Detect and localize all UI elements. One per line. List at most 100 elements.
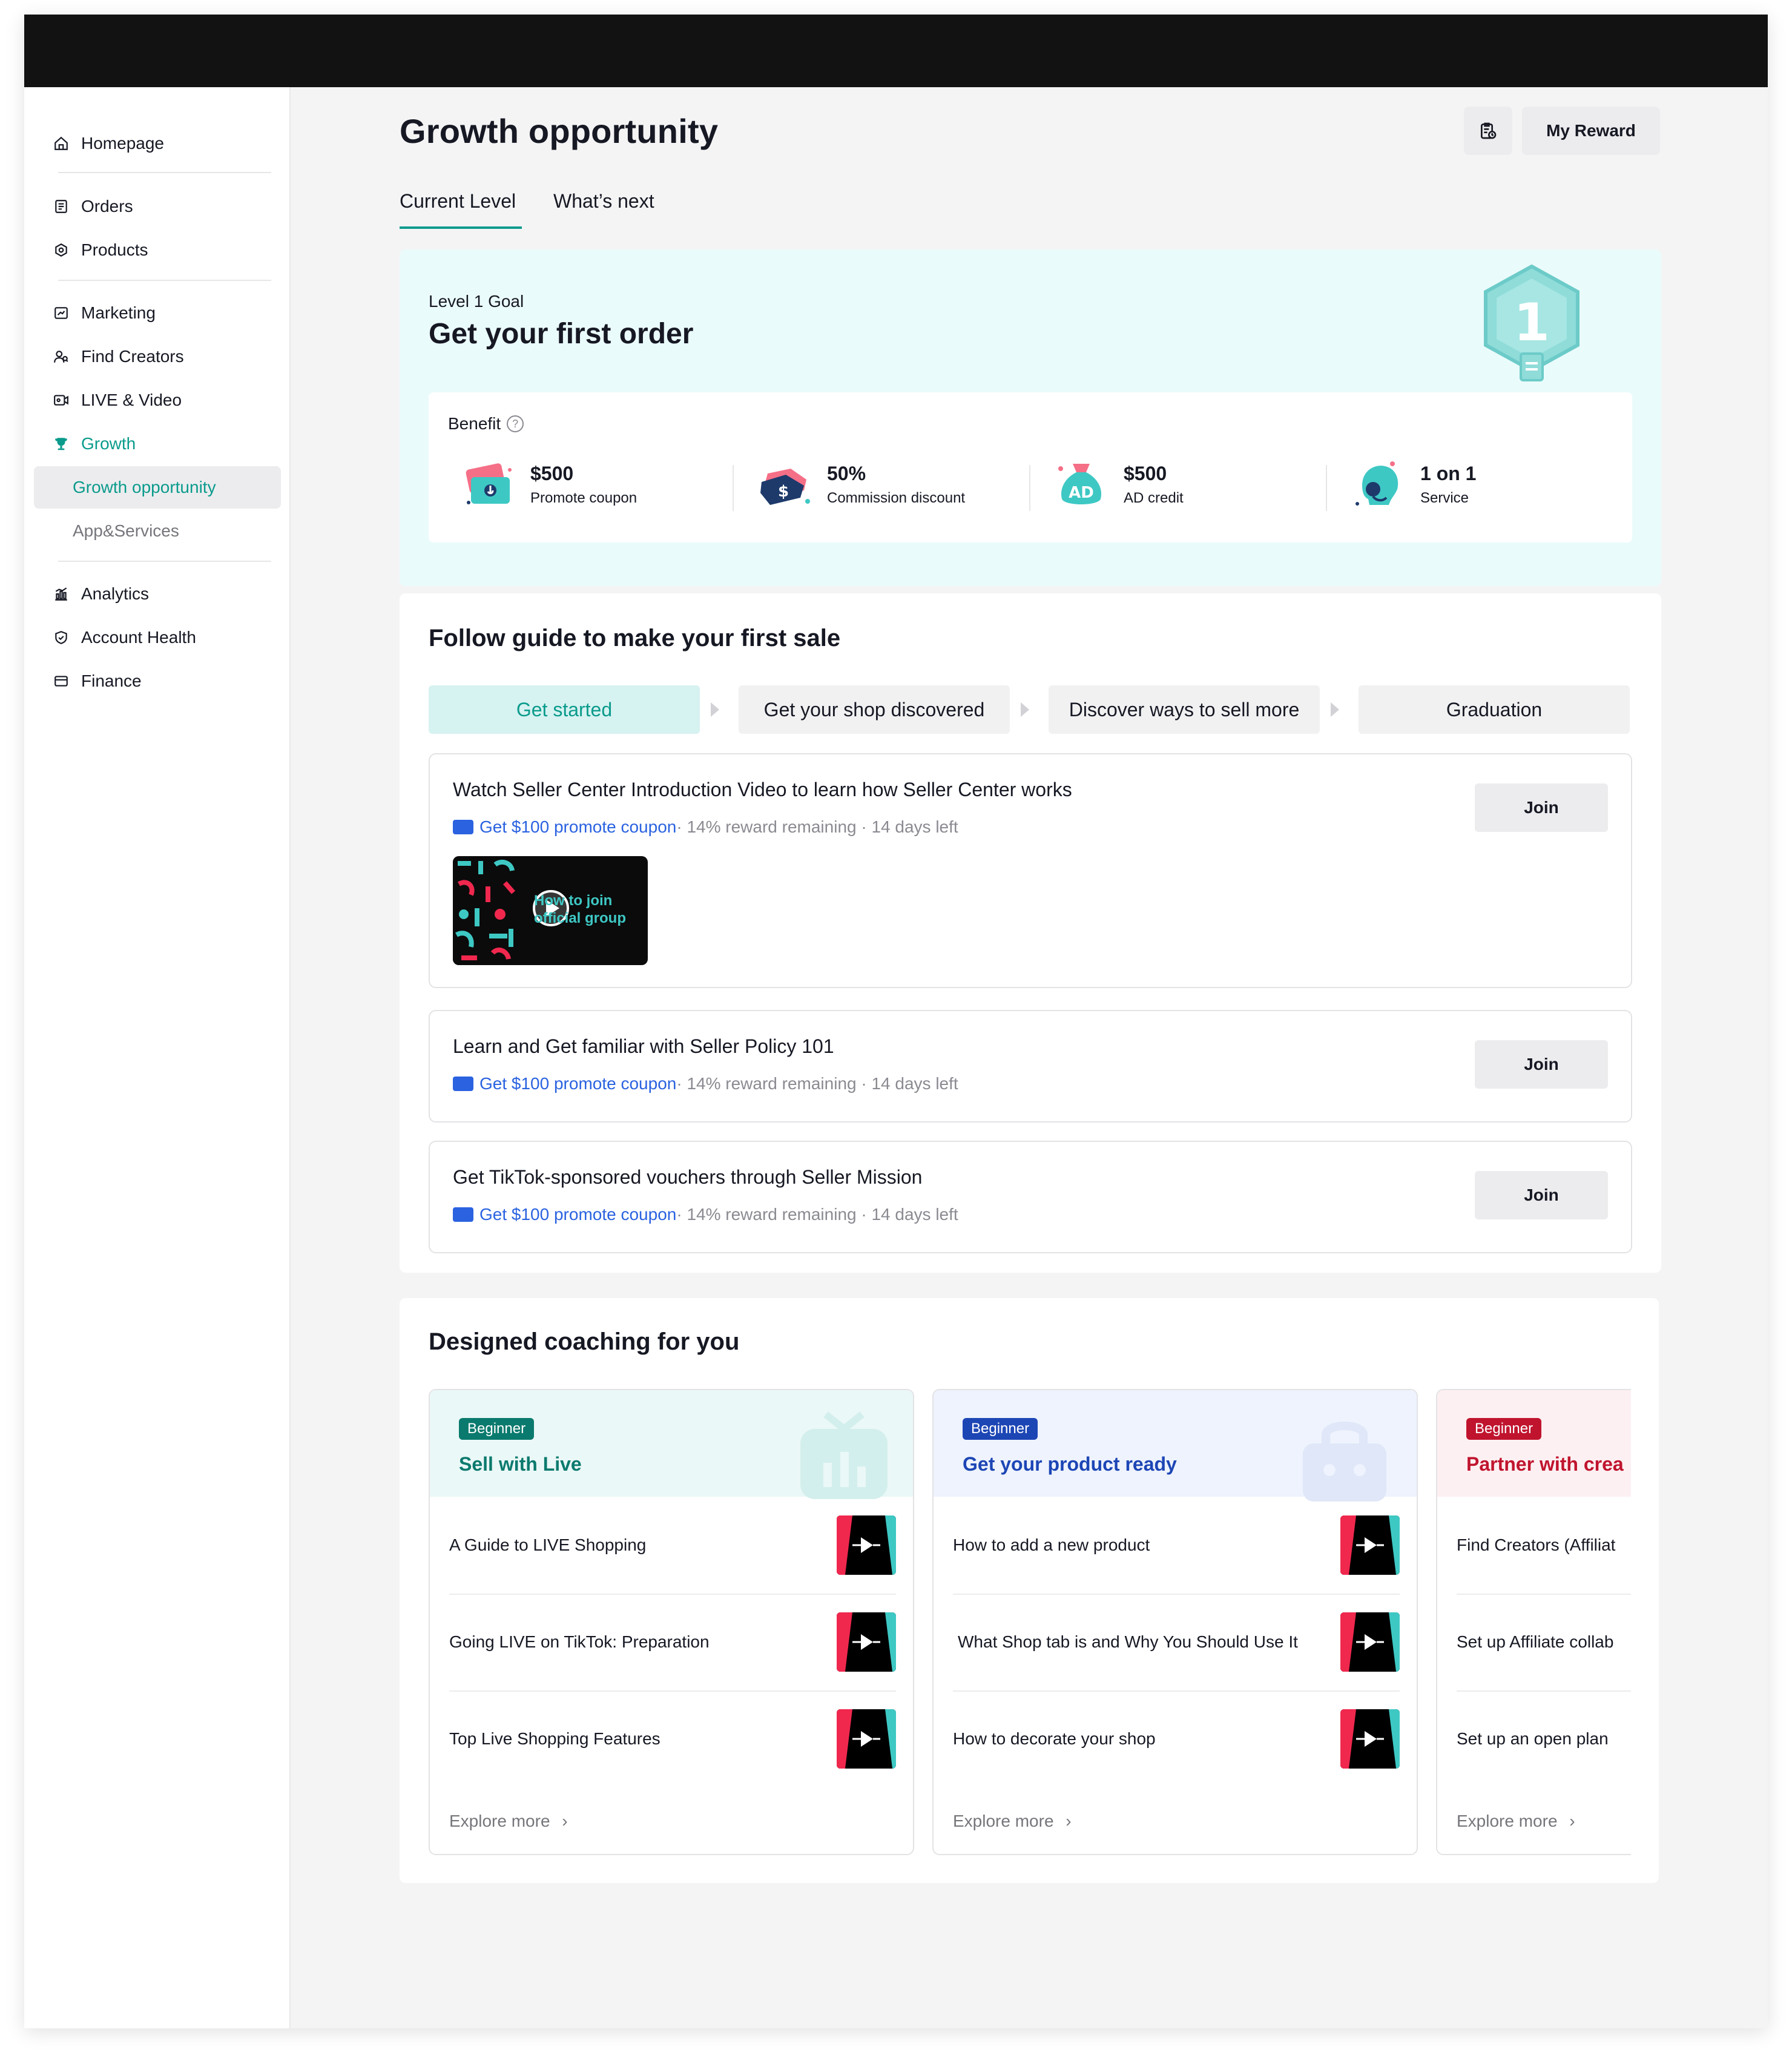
coaching-lesson[interactable]: Going LIVE on TikTok: Preparation [449, 1594, 896, 1690]
coaching-lesson[interactable]: Find Creators (Affiliat [1457, 1497, 1659, 1594]
step-graduation[interactable]: Graduation [1359, 685, 1630, 734]
benefit-value: $500 [530, 462, 574, 484]
join-button[interactable]: Join [1475, 1040, 1608, 1089]
task-title: Get TikTok-sponsored vouchers through Se… [453, 1166, 923, 1188]
sidebar-item-marketing[interactable]: Marketing [34, 292, 281, 334]
promote-coupon-link[interactable]: Get $100 promote coupon [479, 1205, 676, 1224]
coaching-lesson[interactable]: Top Live Shopping Features [449, 1690, 896, 1787]
task-title: Learn and Get familiar with Seller Polic… [453, 1035, 834, 1057]
tv-icon [800, 1411, 888, 1499]
video-caption: How to join official group [534, 892, 626, 926]
lesson-title: Top Live Shopping Features [449, 1729, 660, 1748]
join-button[interactable]: Join [1475, 1171, 1608, 1219]
explore-more-link[interactable]: Explore more › [449, 1812, 568, 1831]
lesson-video-thumbnail[interactable] [837, 1709, 896, 1769]
join-button[interactable]: Join [1475, 783, 1608, 832]
sidebar-item-homepage[interactable]: Homepage [34, 122, 281, 165]
sidebar-item-find-creators[interactable]: Find Creators [34, 335, 281, 378]
coaching-lesson[interactable]: Set up Affiliate collab [1457, 1594, 1659, 1690]
sidebar-item-analytics[interactable]: Analytics [34, 573, 281, 615]
sidebar-item-app-services[interactable]: App&Services [34, 510, 281, 552]
lesson-video-thumbnail[interactable] [837, 1515, 896, 1575]
lesson-video-thumbnail[interactable] [1340, 1709, 1400, 1769]
sidebar-item-products[interactable]: Products [34, 229, 281, 271]
lesson-title: Going LIVE on TikTok: Preparation [449, 1632, 710, 1651]
coaching-column-title: Sell with Live [459, 1453, 582, 1475]
coaching-lesson[interactable]: A Guide to LIVE Shopping [449, 1497, 896, 1594]
coaching-lesson[interactable]: What Shop tab is and Why You Should Use … [953, 1594, 1400, 1690]
chevron-right-icon: › [1569, 1812, 1575, 1830]
coaching-column-sell-with-live: Beginner Sell with Live A Guide to LIVE … [429, 1389, 914, 1855]
coaching-lesson[interactable]: How to add a new product [953, 1497, 1400, 1594]
sidebar-divider [58, 172, 271, 173]
intro-video-thumbnail[interactable]: How to join official group [453, 856, 648, 965]
lesson-title: Set up Affiliate collab [1457, 1632, 1614, 1651]
home-icon [52, 134, 70, 153]
sidebar-item-label: Orders [81, 197, 133, 216]
benefit-label: Promote coupon [530, 489, 637, 506]
benefit-ad-credit: AD $500 AD credit [1052, 455, 1343, 513]
lesson-video-thumbnail[interactable] [1340, 1612, 1400, 1672]
sidebar-item-finance[interactable]: Finance [34, 660, 281, 702]
sidebar-item-orders[interactable]: Orders [34, 185, 281, 228]
shopping-bag-icon [1303, 1422, 1386, 1502]
page-title: Growth opportunity [400, 112, 719, 150]
step-get-shop-discovered[interactable]: Get your shop discovered [739, 685, 1010, 734]
coaching-column-header: Beginner Partner with crea [1437, 1390, 1659, 1497]
lesson-title: What Shop tab is and Why You Should Use … [958, 1632, 1298, 1651]
lesson-video-thumbnail[interactable] [1340, 1515, 1400, 1575]
task-meta: Get $100 promote coupon · 14% reward rem… [453, 817, 958, 837]
sidebar-item-label: Account Health [81, 628, 196, 647]
help-icon[interactable]: ? [507, 415, 524, 432]
lesson-title: Set up an open plan [1457, 1729, 1609, 1748]
benefit-divider [1326, 465, 1327, 511]
sidebar-item-label: Growth [81, 434, 136, 453]
explore-more-link[interactable]: Explore more › [1457, 1812, 1575, 1831]
chevron-right-icon: › [562, 1812, 568, 1830]
trophy-icon [52, 435, 70, 453]
promote-coupon-link[interactable]: Get $100 promote coupon [479, 1074, 676, 1093]
video-icon [52, 391, 70, 409]
benefit-one-on-one-service: 1 on 1 Service [1349, 455, 1639, 513]
tab-whats-next[interactable]: What’s next [553, 190, 654, 213]
sidebar: Homepage Orders Products Marketing Find … [24, 87, 291, 2028]
task-card: Get TikTok-sponsored vouchers through Se… [429, 1141, 1632, 1253]
analytics-icon [52, 585, 70, 603]
explore-more-link[interactable]: Explore more › [953, 1812, 1072, 1831]
coupon-ticket-icon [459, 455, 517, 513]
step-discover-ways[interactable]: Discover ways to sell more [1049, 685, 1320, 734]
promote-coupon-link[interactable]: Get $100 promote coupon [479, 817, 676, 837]
history-button[interactable] [1464, 107, 1512, 155]
benefit-label: AD credit [1124, 489, 1184, 506]
task-progress-text: · 14% reward remaining · 14 days left [676, 1074, 958, 1093]
coaching-lesson[interactable]: How to decorate your shop [953, 1690, 1400, 1787]
sidebar-item-growth-opportunity[interactable]: Growth opportunity [34, 466, 281, 509]
benefit-promote-coupon: $500 Promote coupon [459, 455, 749, 513]
lesson-video-thumbnail[interactable] [837, 1612, 896, 1672]
play-icon [837, 1709, 896, 1769]
coaching-column-title: Partner with crea [1466, 1453, 1624, 1475]
sidebar-item-label: Finance [81, 671, 142, 690]
coaching-column-header: Beginner Sell with Live [430, 1390, 913, 1499]
lesson-title: How to add a new product [953, 1535, 1150, 1554]
orders-icon [52, 197, 70, 216]
benefit-panel: Benefit ? $500 Promote coupon $ 50% Comm… [429, 392, 1632, 542]
benefit-commission-discount: $ 50% Commission discount [756, 455, 1046, 513]
headset-agent-icon [1349, 455, 1407, 513]
lesson-title: Find Creators (Affiliat [1457, 1535, 1616, 1554]
sidebar-item-account-health[interactable]: Account Health [34, 616, 281, 659]
coaching-lesson[interactable]: Set up an open plan [1457, 1690, 1659, 1787]
sidebar-item-live-video[interactable]: LIVE & Video [34, 379, 281, 421]
coaching-column-title: Get your product ready [963, 1453, 1177, 1475]
benefit-label: Benefit [448, 414, 501, 433]
marketing-icon [52, 304, 70, 322]
benefit-value: 50% [827, 462, 866, 484]
tab-current-level[interactable]: Current Level [400, 190, 516, 213]
sidebar-divider [58, 280, 271, 281]
sidebar-item-growth[interactable]: Growth [34, 423, 281, 465]
play-icon [1340, 1612, 1400, 1672]
benefit-value: $500 [1124, 462, 1167, 484]
step-get-started[interactable]: Get started [429, 685, 700, 734]
level-tag: Beginner [963, 1418, 1038, 1440]
my-reward-button[interactable]: My Reward [1522, 107, 1660, 155]
